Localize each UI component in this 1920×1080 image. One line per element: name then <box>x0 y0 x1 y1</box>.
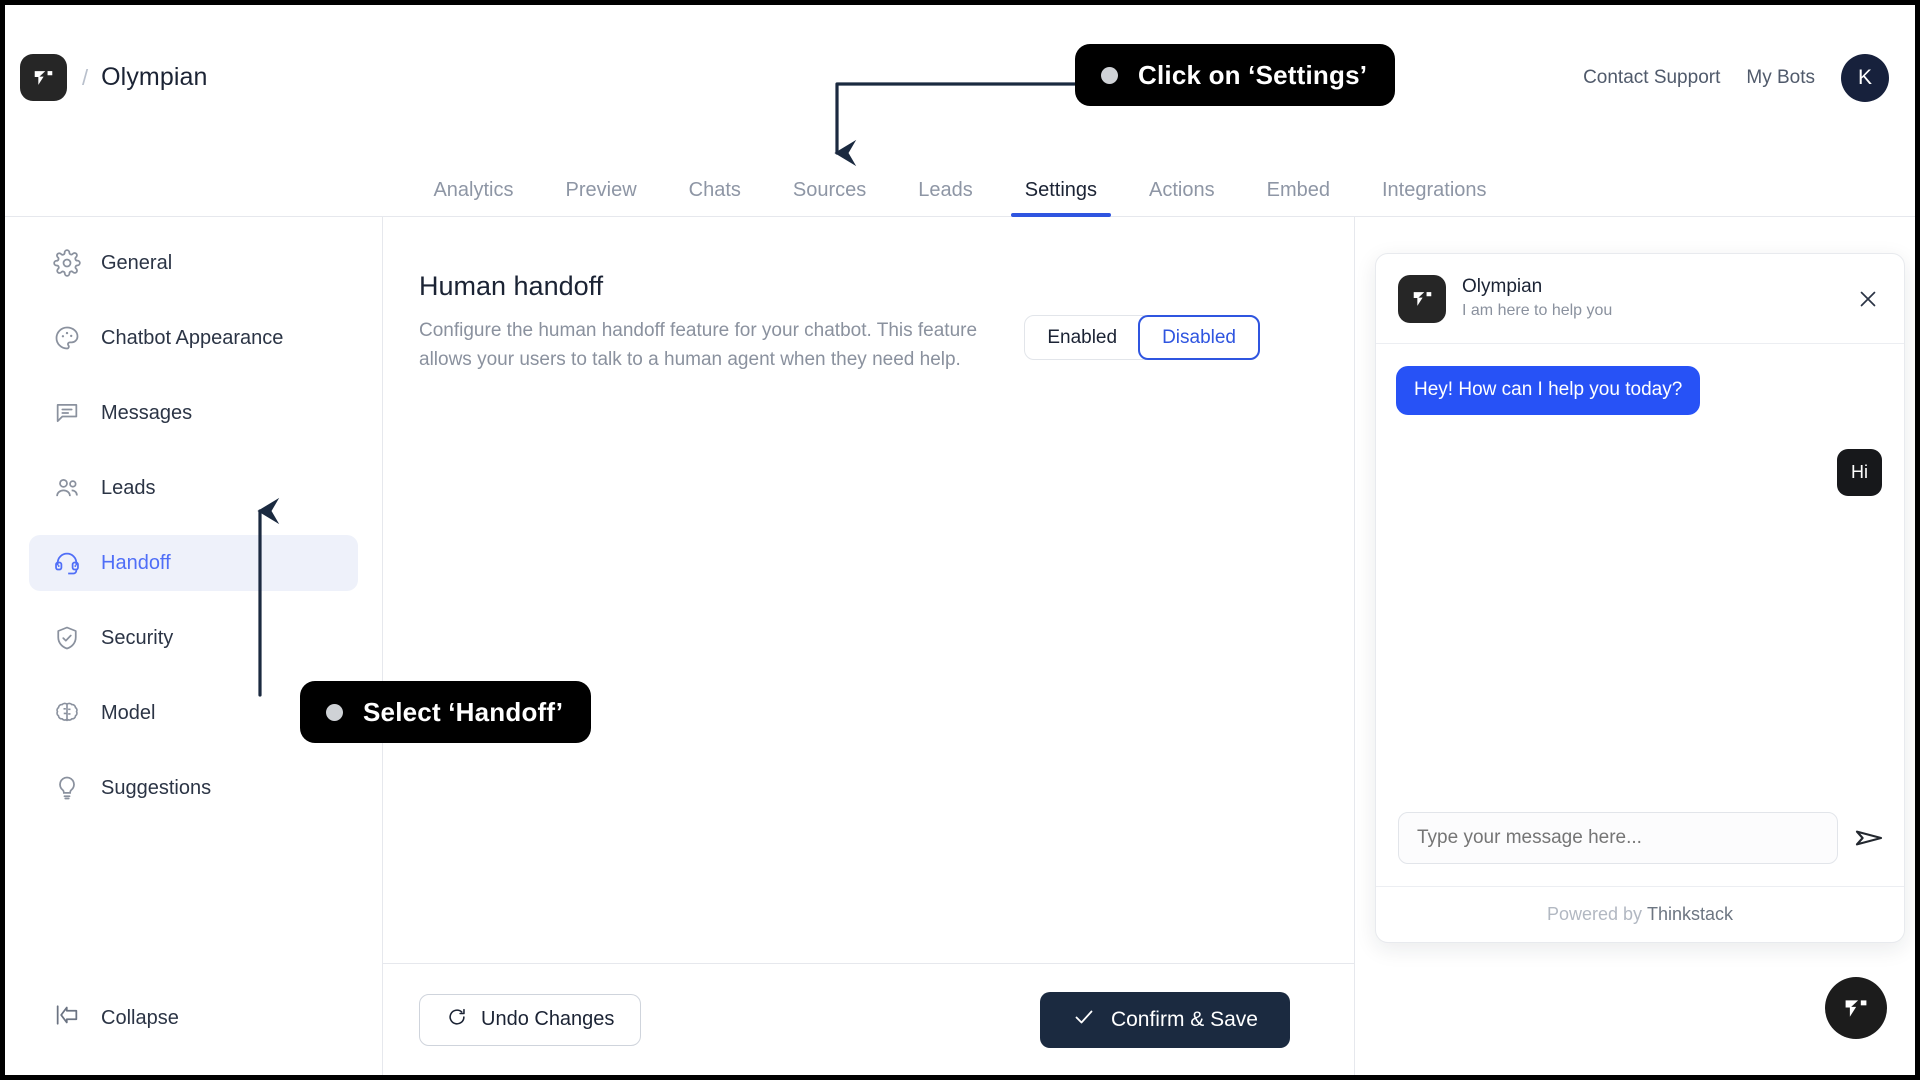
confirm-save-label: Confirm & Save <box>1110 1007 1258 1031</box>
chat-preview-column: Olympian I am here to help you Hey! How … <box>1355 217 1915 1075</box>
send-icon[interactable] <box>1852 821 1886 855</box>
top-header-bar: / Olympian Contact Support My Bots K <box>5 5 1915 150</box>
section-title: Human handoff <box>419 271 604 301</box>
message-icon <box>53 399 81 427</box>
sidebar-item-label: General <box>101 251 173 274</box>
brain-icon <box>53 699 81 727</box>
sidebar-item-label: Messages <box>101 401 193 424</box>
chat-message-list: Hey! How can I help you today? Hi <box>1376 344 1904 790</box>
callout-handoff: Select ‘Handoff’ <box>300 681 592 743</box>
thinkstack-logo-icon <box>1845 1000 1867 1017</box>
powered-by-brand: Thinkstack <box>1647 904 1734 924</box>
chat-bot-name: Olympian <box>1462 275 1543 297</box>
sidebar-item-suggestions[interactable]: Suggestions <box>29 760 358 816</box>
tab-actions[interactable]: Actions <box>1123 179 1241 216</box>
callout-text: Select ‘Handoff’ <box>363 696 564 727</box>
chat-message-input[interactable] <box>1398 812 1838 864</box>
chat-widget-footer: Powered by Thinkstack <box>1376 886 1904 942</box>
sidebar-item-label: Leads <box>101 476 156 499</box>
shield-check-icon <box>53 624 81 652</box>
tab-embed[interactable]: Embed <box>1241 179 1356 216</box>
handoff-section: Human handoff Configure the human handof… <box>383 217 1355 963</box>
page-title: Olympian <box>101 63 208 91</box>
chat-bot-tagline: I am here to help you <box>1462 302 1613 320</box>
contact-support-link[interactable]: Contact Support <box>1583 67 1720 89</box>
chat-message-bot: Hey! How can I help you today? <box>1396 366 1701 415</box>
callout-anchor-dot <box>1101 66 1118 84</box>
main-nav-tabs: Analytics Preview Chats Sources Leads Se… <box>5 150 1915 217</box>
chat-input-row <box>1376 790 1904 886</box>
callout-settings: Click on ‘Settings’ <box>1075 44 1396 106</box>
header-actions: Contact Support My Bots K <box>1583 53 1889 102</box>
confirm-save-button[interactable]: Confirm & Save <box>1039 991 1290 1048</box>
refresh-icon <box>446 1006 468 1034</box>
page-body: General Chatbot Appearance Messages Lead… <box>5 217 1915 1075</box>
lightbulb-icon <box>53 774 81 802</box>
breadcrumb-separator: / <box>82 64 89 90</box>
sidebar-item-label: Model <box>101 701 156 724</box>
toggle-disabled-button[interactable]: Disabled <box>1138 315 1260 360</box>
chat-message-user: Hi <box>1837 448 1882 497</box>
tab-settings[interactable]: Settings <box>999 179 1123 217</box>
palette-icon <box>53 324 81 352</box>
sidebar-item-leads[interactable]: Leads <box>29 460 358 516</box>
sidebar-item-handoff[interactable]: Handoff <box>29 535 358 591</box>
sidebar-item-security[interactable]: Security <box>29 610 358 666</box>
powered-by-label: Powered by <box>1546 904 1643 924</box>
check-icon <box>1072 1005 1096 1035</box>
tab-analytics[interactable]: Analytics <box>407 179 539 216</box>
settings-sidebar: General Chatbot Appearance Messages Lead… <box>5 217 383 1075</box>
handoff-toggle-group[interactable]: Enabled Disabled <box>1024 315 1260 360</box>
callout-anchor-dot <box>326 703 343 721</box>
collapse-left-icon <box>53 1001 81 1035</box>
sidebar-item-label: Handoff <box>101 551 171 574</box>
sidebar-collapse-label: Collapse <box>101 1006 179 1029</box>
section-header: Human handoff Configure the human handof… <box>419 271 1306 375</box>
chat-launcher-button[interactable] <box>1825 977 1887 1039</box>
toggle-enabled-button[interactable]: Enabled <box>1025 316 1139 359</box>
undo-changes-label: Undo Changes <box>481 1008 615 1030</box>
thinkstack-logo-icon[interactable] <box>20 54 67 101</box>
sidebar-item-label: Chatbot Appearance <box>101 326 284 349</box>
callout-text: Click on ‘Settings’ <box>1138 59 1368 90</box>
tab-preview[interactable]: Preview <box>540 179 663 216</box>
app-window: / Olympian Contact Support My Bots K Ana… <box>0 0 1920 1080</box>
chat-widget: Olympian I am here to help you Hey! How … <box>1375 253 1905 943</box>
thinkstack-logo-icon <box>1398 274 1446 323</box>
tab-chats[interactable]: Chats <box>663 179 767 216</box>
chat-widget-header: Olympian I am here to help you <box>1376 254 1904 344</box>
gear-icon <box>53 249 81 277</box>
headset-icon <box>53 549 81 577</box>
settings-footer-bar: Undo Changes Confirm & Save <box>383 963 1355 1075</box>
sidebar-collapse-button[interactable]: Collapse <box>53 1001 179 1035</box>
sidebar-item-chatbot-appearance[interactable]: Chatbot Appearance <box>29 310 358 366</box>
my-bots-link[interactable]: My Bots <box>1746 67 1815 89</box>
sidebar-item-messages[interactable]: Messages <box>29 385 358 441</box>
undo-changes-button[interactable]: Undo Changes <box>419 993 642 1046</box>
close-icon[interactable] <box>1852 283 1884 315</box>
section-description: Configure the human handoff feature for … <box>419 320 978 371</box>
sidebar-item-label: Suggestions <box>101 776 212 799</box>
avatar[interactable]: K <box>1841 53 1889 102</box>
tab-leads[interactable]: Leads <box>892 179 999 216</box>
sidebar-item-label: Security <box>101 626 174 649</box>
tab-sources[interactable]: Sources <box>767 179 892 216</box>
sidebar-item-general[interactable]: General <box>29 235 358 291</box>
breadcrumb: / Olympian <box>20 54 208 101</box>
tab-integrations[interactable]: Integrations <box>1356 179 1513 216</box>
settings-main-panel: Human handoff Configure the human handof… <box>383 217 1355 1075</box>
users-icon <box>53 474 81 502</box>
